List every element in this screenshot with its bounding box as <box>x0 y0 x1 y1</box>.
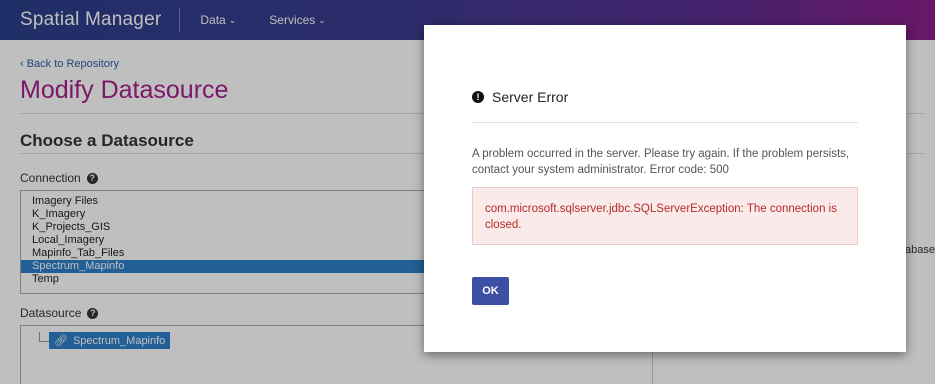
exclamation-circle-icon: ! <box>472 91 484 103</box>
error-detail-alert: com.microsoft.sqlserver.jdbc.SQLServerEx… <box>472 187 858 245</box>
dialog-divider <box>472 122 858 123</box>
dialog-title: Server Error <box>492 89 569 105</box>
ok-button[interactable]: OK <box>472 277 509 305</box>
dialog-header: ! Server Error <box>472 89 568 105</box>
dialog-message: A problem occurred in the server. Please… <box>472 148 850 176</box>
server-error-dialog: ! Server Error A problem occurred in the… <box>424 25 906 352</box>
